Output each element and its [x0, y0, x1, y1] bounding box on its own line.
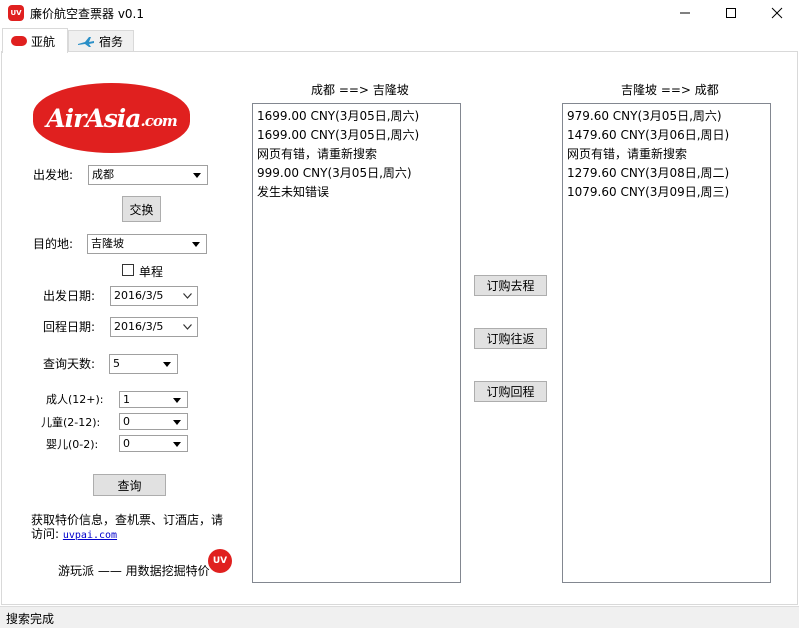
- list-item[interactable]: 网页有错，请重新搜索: [257, 145, 456, 164]
- swap-button[interactable]: 交换: [122, 196, 161, 222]
- dropdown-arrow-icon: [191, 169, 203, 181]
- inbound-header: 吉隆坡 ==> 成都: [621, 83, 719, 97]
- oneway-checkbox[interactable]: [122, 264, 134, 276]
- promo-visit: 访问: uvpai.com: [31, 525, 117, 542]
- tab-strip: 亚航 宿务: [0, 28, 799, 53]
- app-icon: UV: [8, 5, 24, 21]
- list-item[interactable]: 1699.00 CNY(3月05日,周六): [257, 126, 456, 145]
- list-item[interactable]: 发生未知错误: [257, 183, 456, 202]
- list-item[interactable]: 1079.60 CNY(3月09日,周三): [567, 183, 766, 202]
- oneway-label: 单程: [139, 265, 164, 279]
- status-text: 搜索完成: [6, 612, 55, 626]
- uvpai-link[interactable]: uvpai.com: [63, 530, 117, 541]
- promo-visit-label: 访问:: [31, 527, 60, 541]
- child-value: 0: [123, 415, 130, 428]
- tab-label: 宿务: [99, 35, 124, 49]
- destination-select[interactable]: 吉隆坡: [87, 234, 207, 254]
- list-item[interactable]: 1479.60 CNY(3月06日,周日): [567, 126, 766, 145]
- logo-suffix: .com: [140, 112, 178, 130]
- airasia-logo: AirAsia .com: [33, 83, 190, 153]
- minimize-button[interactable]: [662, 0, 708, 26]
- child-label: 儿童(2-12):: [41, 416, 101, 429]
- adult-select[interactable]: 1: [119, 391, 188, 408]
- airplane-icon: [78, 36, 94, 47]
- infant-value: 0: [123, 437, 130, 450]
- inbound-list[interactable]: 979.60 CNY(3月05日,周六) 1479.60 CNY(3月06日,周…: [562, 103, 771, 583]
- dropdown-arrow-icon: [171, 438, 183, 450]
- tab-label: 亚航: [31, 34, 56, 49]
- depart-date-picker[interactable]: 2016/3/5: [110, 286, 198, 306]
- destination-value: 吉隆坡: [91, 237, 124, 250]
- infant-select[interactable]: 0: [119, 435, 188, 452]
- close-icon: [771, 7, 783, 19]
- dropdown-arrow-icon: [190, 238, 202, 250]
- adult-label: 成人(12+):: [46, 393, 104, 406]
- list-item[interactable]: 1279.60 CNY(3月08日,周二): [567, 164, 766, 183]
- logo-text: AirAsia: [46, 103, 141, 133]
- return-date-picker[interactable]: 2016/3/5: [110, 317, 198, 337]
- book-roundtrip-button[interactable]: 订购往返: [474, 328, 547, 349]
- list-item[interactable]: 999.00 CNY(3月05日,周六): [257, 164, 456, 183]
- days-value: 5: [113, 357, 120, 370]
- days-label: 查询天数:: [43, 357, 96, 371]
- maximize-button[interactable]: [708, 0, 754, 26]
- list-item[interactable]: 网页有错，请重新搜索: [567, 145, 766, 164]
- window-title: 廉价航空查票器 v0.1: [30, 7, 145, 21]
- infant-label: 婴儿(0-2):: [46, 438, 99, 451]
- dropdown-arrow-icon: [171, 416, 183, 428]
- tab-cebu[interactable]: 宿务: [68, 30, 134, 52]
- chevron-down-icon: [181, 290, 193, 302]
- book-return-button[interactable]: 订购回程: [474, 381, 547, 402]
- adult-value: 1: [123, 393, 130, 406]
- destination-label: 目的地:: [33, 237, 74, 251]
- uv-badge-icon: UV: [208, 549, 232, 573]
- slogan-text: 游玩派 —— 用数据挖掘特价: [58, 564, 210, 578]
- minimize-icon: [680, 12, 690, 14]
- return-date-label: 回程日期:: [43, 320, 96, 334]
- outbound-header: 成都 ==> 吉隆坡: [311, 83, 409, 97]
- departure-label: 出发地:: [33, 168, 74, 182]
- child-select[interactable]: 0: [119, 413, 188, 430]
- dropdown-arrow-icon: [161, 358, 173, 370]
- departure-value: 成都: [92, 168, 114, 181]
- close-button[interactable]: [754, 0, 799, 26]
- days-select[interactable]: 5: [109, 354, 178, 374]
- departure-select[interactable]: 成都: [88, 165, 208, 185]
- chevron-down-icon: [181, 321, 193, 333]
- depart-date-value: 2016/3/5: [114, 289, 164, 302]
- return-date-value: 2016/3/5: [114, 320, 164, 333]
- outbound-list[interactable]: 1699.00 CNY(3月05日,周六) 1699.00 CNY(3月05日,…: [252, 103, 461, 583]
- dropdown-arrow-icon: [171, 394, 183, 406]
- depart-date-label: 出发日期:: [43, 289, 96, 303]
- search-button[interactable]: 查询: [93, 474, 166, 496]
- maximize-icon: [726, 8, 736, 18]
- list-item[interactable]: 1699.00 CNY(3月05日,周六): [257, 107, 456, 126]
- status-bar: [0, 606, 799, 628]
- tab-airasia[interactable]: 亚航: [2, 28, 68, 53]
- airasia-icon: [11, 36, 27, 46]
- list-item[interactable]: 979.60 CNY(3月05日,周六): [567, 107, 766, 126]
- book-outbound-button[interactable]: 订购去程: [474, 275, 547, 296]
